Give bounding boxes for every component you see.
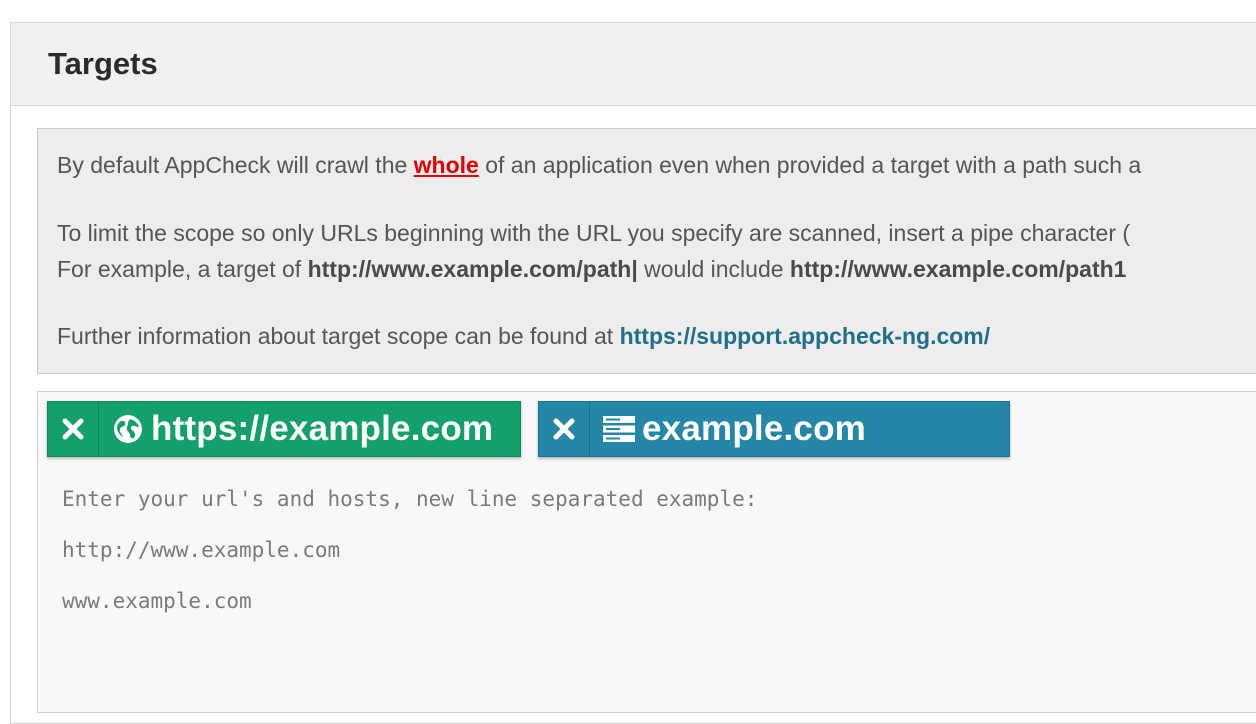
close-icon — [553, 418, 575, 440]
targets-textarea[interactable]: Enter your url's and hosts, new line sep… — [38, 472, 1256, 712]
scope-info-box: By default AppCheck will crawl the whole… — [37, 128, 1256, 374]
target-tag-url: https://example.com — [47, 401, 521, 457]
target-tag-label: example.com — [642, 409, 866, 448]
targets-input-box[interactable]: https://example.com example.com Enter yo… — [37, 391, 1256, 713]
page-title: Targets — [48, 46, 158, 81]
info-line-example: For example, a target of http://www.exam… — [57, 256, 1127, 282]
support-link[interactable]: https://support.appcheck-ng.com/ — [620, 323, 991, 349]
whole-emphasis: whole — [413, 152, 479, 178]
close-icon — [62, 418, 84, 440]
globe-icon — [111, 412, 145, 446]
placeholder-host-example: www.example.com — [62, 589, 252, 613]
remove-target-button[interactable] — [539, 402, 590, 456]
example-url-with-pipe: http://www.example.com/path| — [307, 256, 638, 282]
info-line-limit-scope: To limit the scope so only URLs beginnin… — [57, 220, 1131, 246]
remove-target-button[interactable] — [48, 402, 99, 456]
placeholder-instruction: Enter your url's and hosts, new line sep… — [62, 487, 758, 511]
info-line-default-crawl: By default AppCheck will crawl the whole… — [57, 152, 1142, 178]
target-tag-label: https://example.com — [151, 409, 494, 448]
target-tag-host: example.com — [538, 401, 1010, 457]
example-included-url: http://www.example.com/path1 — [789, 256, 1127, 282]
placeholder-url-example: http://www.example.com — [62, 538, 341, 562]
server-icon — [602, 412, 636, 446]
panel-header: Targets — [11, 23, 1256, 106]
info-line-further-info: Further information about target scope c… — [57, 323, 991, 349]
